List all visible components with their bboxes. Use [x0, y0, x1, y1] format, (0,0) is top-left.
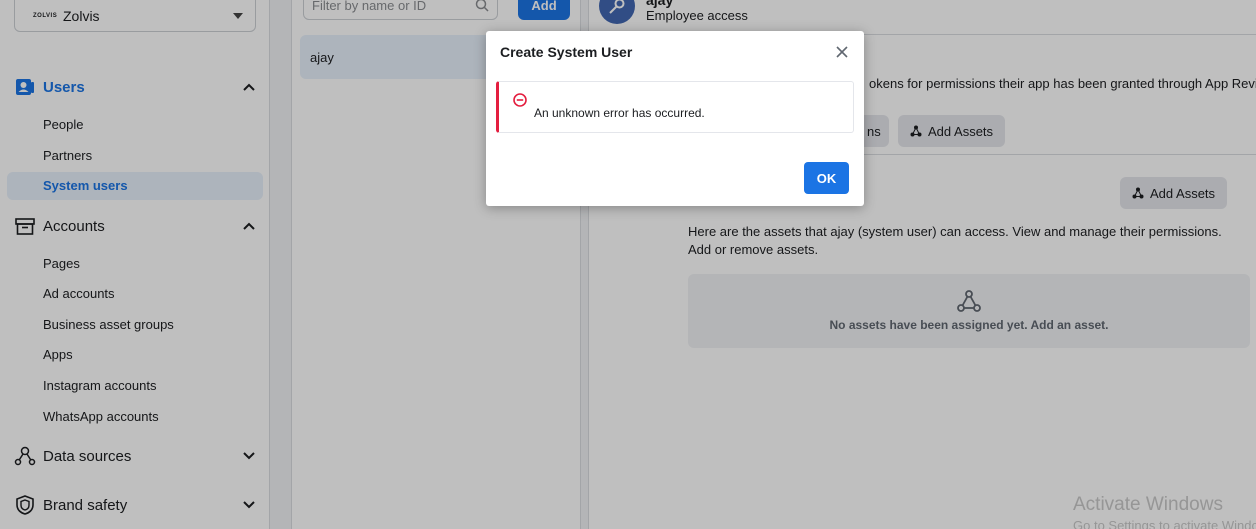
dialog-title: Create System User [500, 44, 633, 60]
ok-button[interactable]: OK [804, 162, 849, 194]
close-icon[interactable] [834, 44, 850, 60]
error-message: An unknown error has occurred. [534, 106, 705, 120]
error-alert: An unknown error has occurred. [496, 81, 854, 133]
create-system-user-dialog: Create System User An unknown error has … [486, 31, 864, 206]
error-icon [513, 93, 527, 107]
